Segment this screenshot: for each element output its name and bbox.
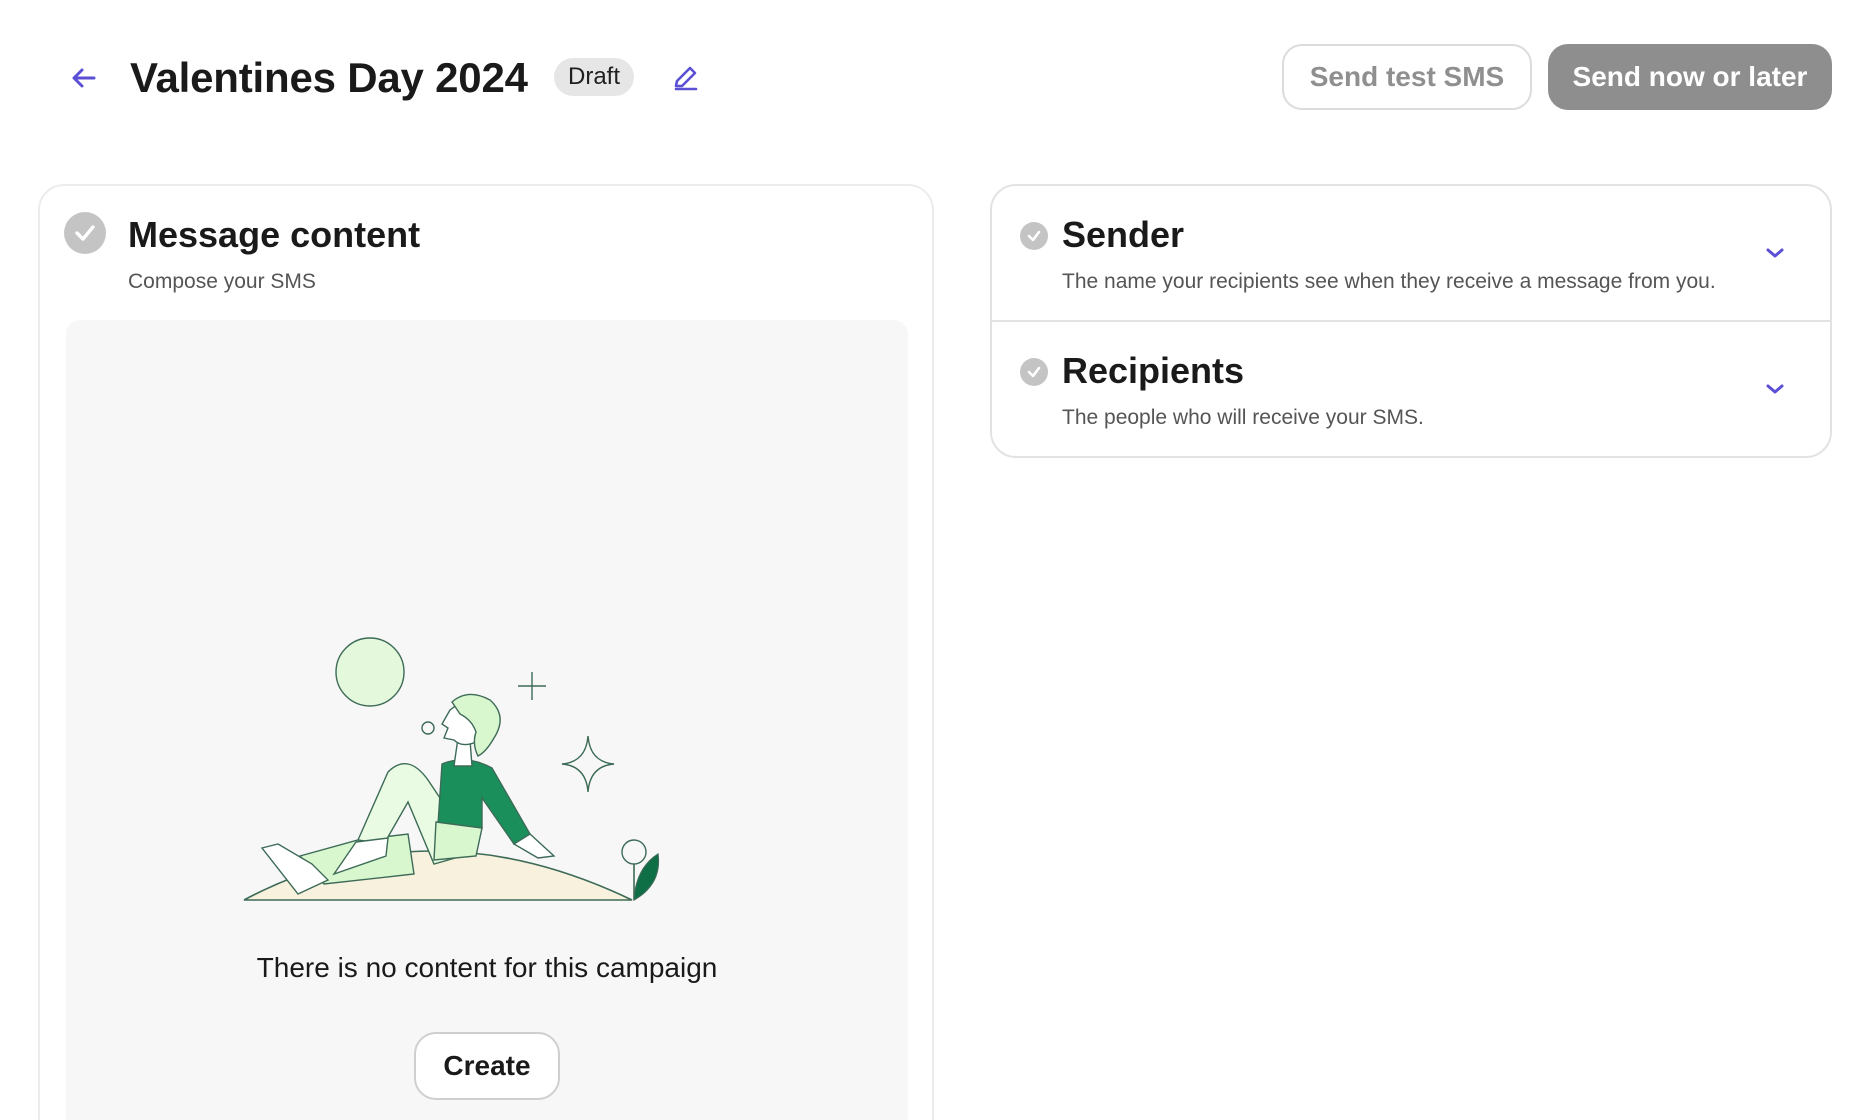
chevron-down-icon[interactable] bbox=[1760, 238, 1790, 268]
back-button[interactable] bbox=[64, 58, 104, 98]
sender-subtitle: The name your recipients see when they r… bbox=[1062, 270, 1716, 293]
message-content-card: Message content Compose your SMS There i… bbox=[38, 184, 934, 1120]
empty-state-text: There is no content for this campaign bbox=[256, 952, 718, 983]
message-content-title: Message content bbox=[128, 214, 421, 255]
sender-title: Sender bbox=[1062, 214, 1185, 255]
chevron-down-icon[interactable] bbox=[1760, 374, 1790, 404]
message-content-subtitle: Compose your SMS bbox=[128, 270, 316, 293]
campaign-editor-page: Valentines Day 2024 Draft Send test SMS … bbox=[0, 0, 1864, 1120]
empty-content-area: There is no content for this campaign Cr… bbox=[66, 320, 908, 1120]
empty-state-illustration bbox=[243, 637, 660, 902]
recipients-section[interactable]: Recipients The people who will receive y… bbox=[992, 322, 1830, 456]
settings-card: Sender The name your recipients see when… bbox=[990, 184, 1832, 458]
edit-title-button[interactable] bbox=[668, 60, 704, 96]
status-badge: Draft bbox=[554, 58, 635, 96]
sender-section[interactable]: Sender The name your recipients see when… bbox=[992, 186, 1830, 322]
check-circle-icon bbox=[1020, 358, 1048, 386]
check-circle-icon bbox=[64, 212, 106, 254]
page-header: Valentines Day 2024 Draft Send test SMS … bbox=[0, 0, 1864, 150]
create-button[interactable]: Create bbox=[414, 1032, 560, 1100]
send-now-or-later-button[interactable]: Send now or later bbox=[1548, 44, 1832, 110]
check-circle-icon bbox=[1020, 222, 1048, 250]
page-title: Valentines Day 2024 bbox=[130, 54, 528, 101]
send-test-sms-button[interactable]: Send test SMS bbox=[1282, 44, 1532, 110]
recipients-title: Recipients bbox=[1062, 350, 1245, 391]
recipients-subtitle: The people who will receive your SMS. bbox=[1062, 406, 1424, 429]
arrow-left-icon bbox=[72, 68, 96, 88]
pencil-icon bbox=[674, 66, 698, 91]
